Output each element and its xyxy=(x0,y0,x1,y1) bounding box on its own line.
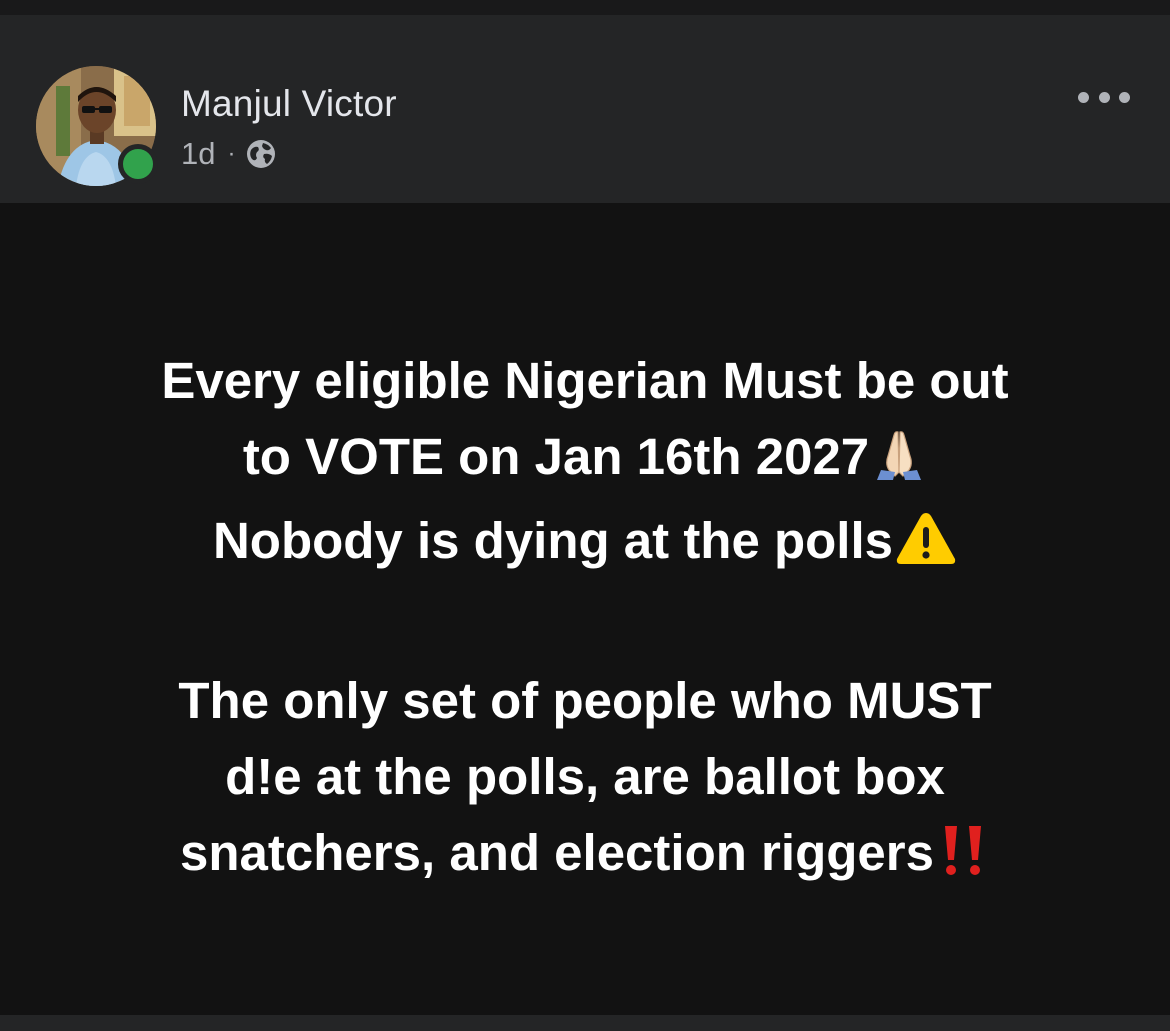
globe-icon[interactable] xyxy=(245,138,277,170)
double-exclamation-emoji xyxy=(936,822,990,899)
bottom-strip xyxy=(0,1015,1170,1031)
post-line-5: d!e at the polls, are ballot box xyxy=(225,748,945,805)
post-line-6: snatchers, and election riggers xyxy=(40,815,1130,899)
post-meta: 1d · xyxy=(181,136,277,172)
post-header: Manjul Victor 1d · xyxy=(0,15,1170,203)
warning-emoji xyxy=(895,510,957,587)
meta-separator: · xyxy=(227,140,236,167)
author-avatar[interactable] xyxy=(36,66,158,186)
author-name[interactable]: Manjul Victor xyxy=(181,83,397,125)
more-options-icon[interactable] xyxy=(1078,87,1130,107)
online-status-dot xyxy=(118,144,158,184)
post-body: Every eligible Nigerian Must be out to V… xyxy=(0,203,1170,1015)
post-line-1: Every eligible Nigerian Must be out xyxy=(161,352,1009,409)
post-line-2: to VOTE on Jan 16th 2027 xyxy=(40,419,1130,503)
folded-hands-emoji xyxy=(871,426,927,503)
post-line-3: Nobody is dying at the polls xyxy=(40,503,1130,587)
post-text: Every eligible Nigerian Must be out to V… xyxy=(40,343,1130,899)
top-strip xyxy=(0,0,1170,15)
post-timestamp[interactable]: 1d xyxy=(181,136,215,172)
post-line-4: The only set of people who MUST xyxy=(178,672,992,729)
